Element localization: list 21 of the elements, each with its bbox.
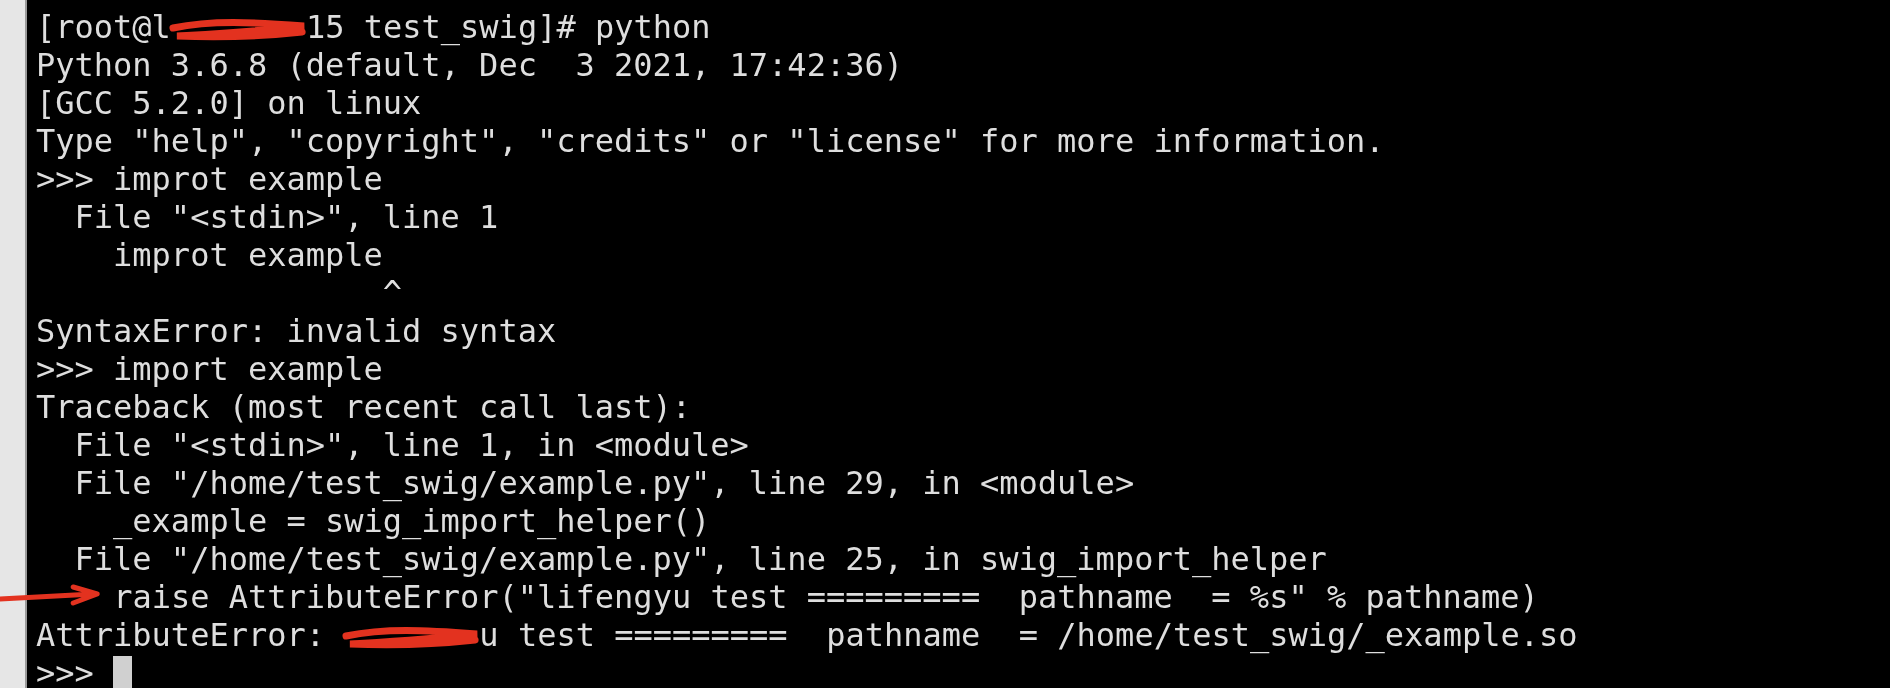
terminal-text: improt example [112,236,383,274]
terminal-text: Python 3.6.8 (default, Dec 3 2021, 17:42:36) [36,46,903,84]
terminal-text: >>> [36,654,95,688]
terminal-text: ^ [381,274,403,312]
terminal-text: File "/home/test_swig/example.py", line 25, in swig_import_helper [73,540,1327,578]
terminal-text: >>> import example [36,350,383,388]
terminal-text: >>> improt example [36,160,383,198]
terminal-text: Type "help", "copyright", "credits" or "license" for more information. [36,122,1385,160]
terminal-text: AttributeError: [36,616,326,654]
terminal-text: File "<stdin>", line 1, in <module> [73,426,749,464]
terminal-text: SyntaxError: invalid syntax [36,312,557,350]
terminal-text: _example = swig_import_helper() [112,502,711,540]
terminal-text: File "<stdin>", line 1 [73,198,499,236]
terminal-text: File "/home/test_swig/example.py", line 29, in <module> [73,464,1135,502]
terminal-text: u test ========= pathname = /home/test_swig/_example.so [479,616,1578,654]
terminal-text: raise AttributeError("lifengyu test ========= pathname = %s" % pathname) [113,578,1539,616]
terminal-text: Traceback (most recent call last): [36,388,692,426]
terminal-text: [root@l [36,8,171,46]
terminal-text: [GCC 5.2.0] on linux [36,84,422,122]
text-cursor [113,656,133,688]
terminal-text: 15 test_swig]# python [305,8,711,46]
